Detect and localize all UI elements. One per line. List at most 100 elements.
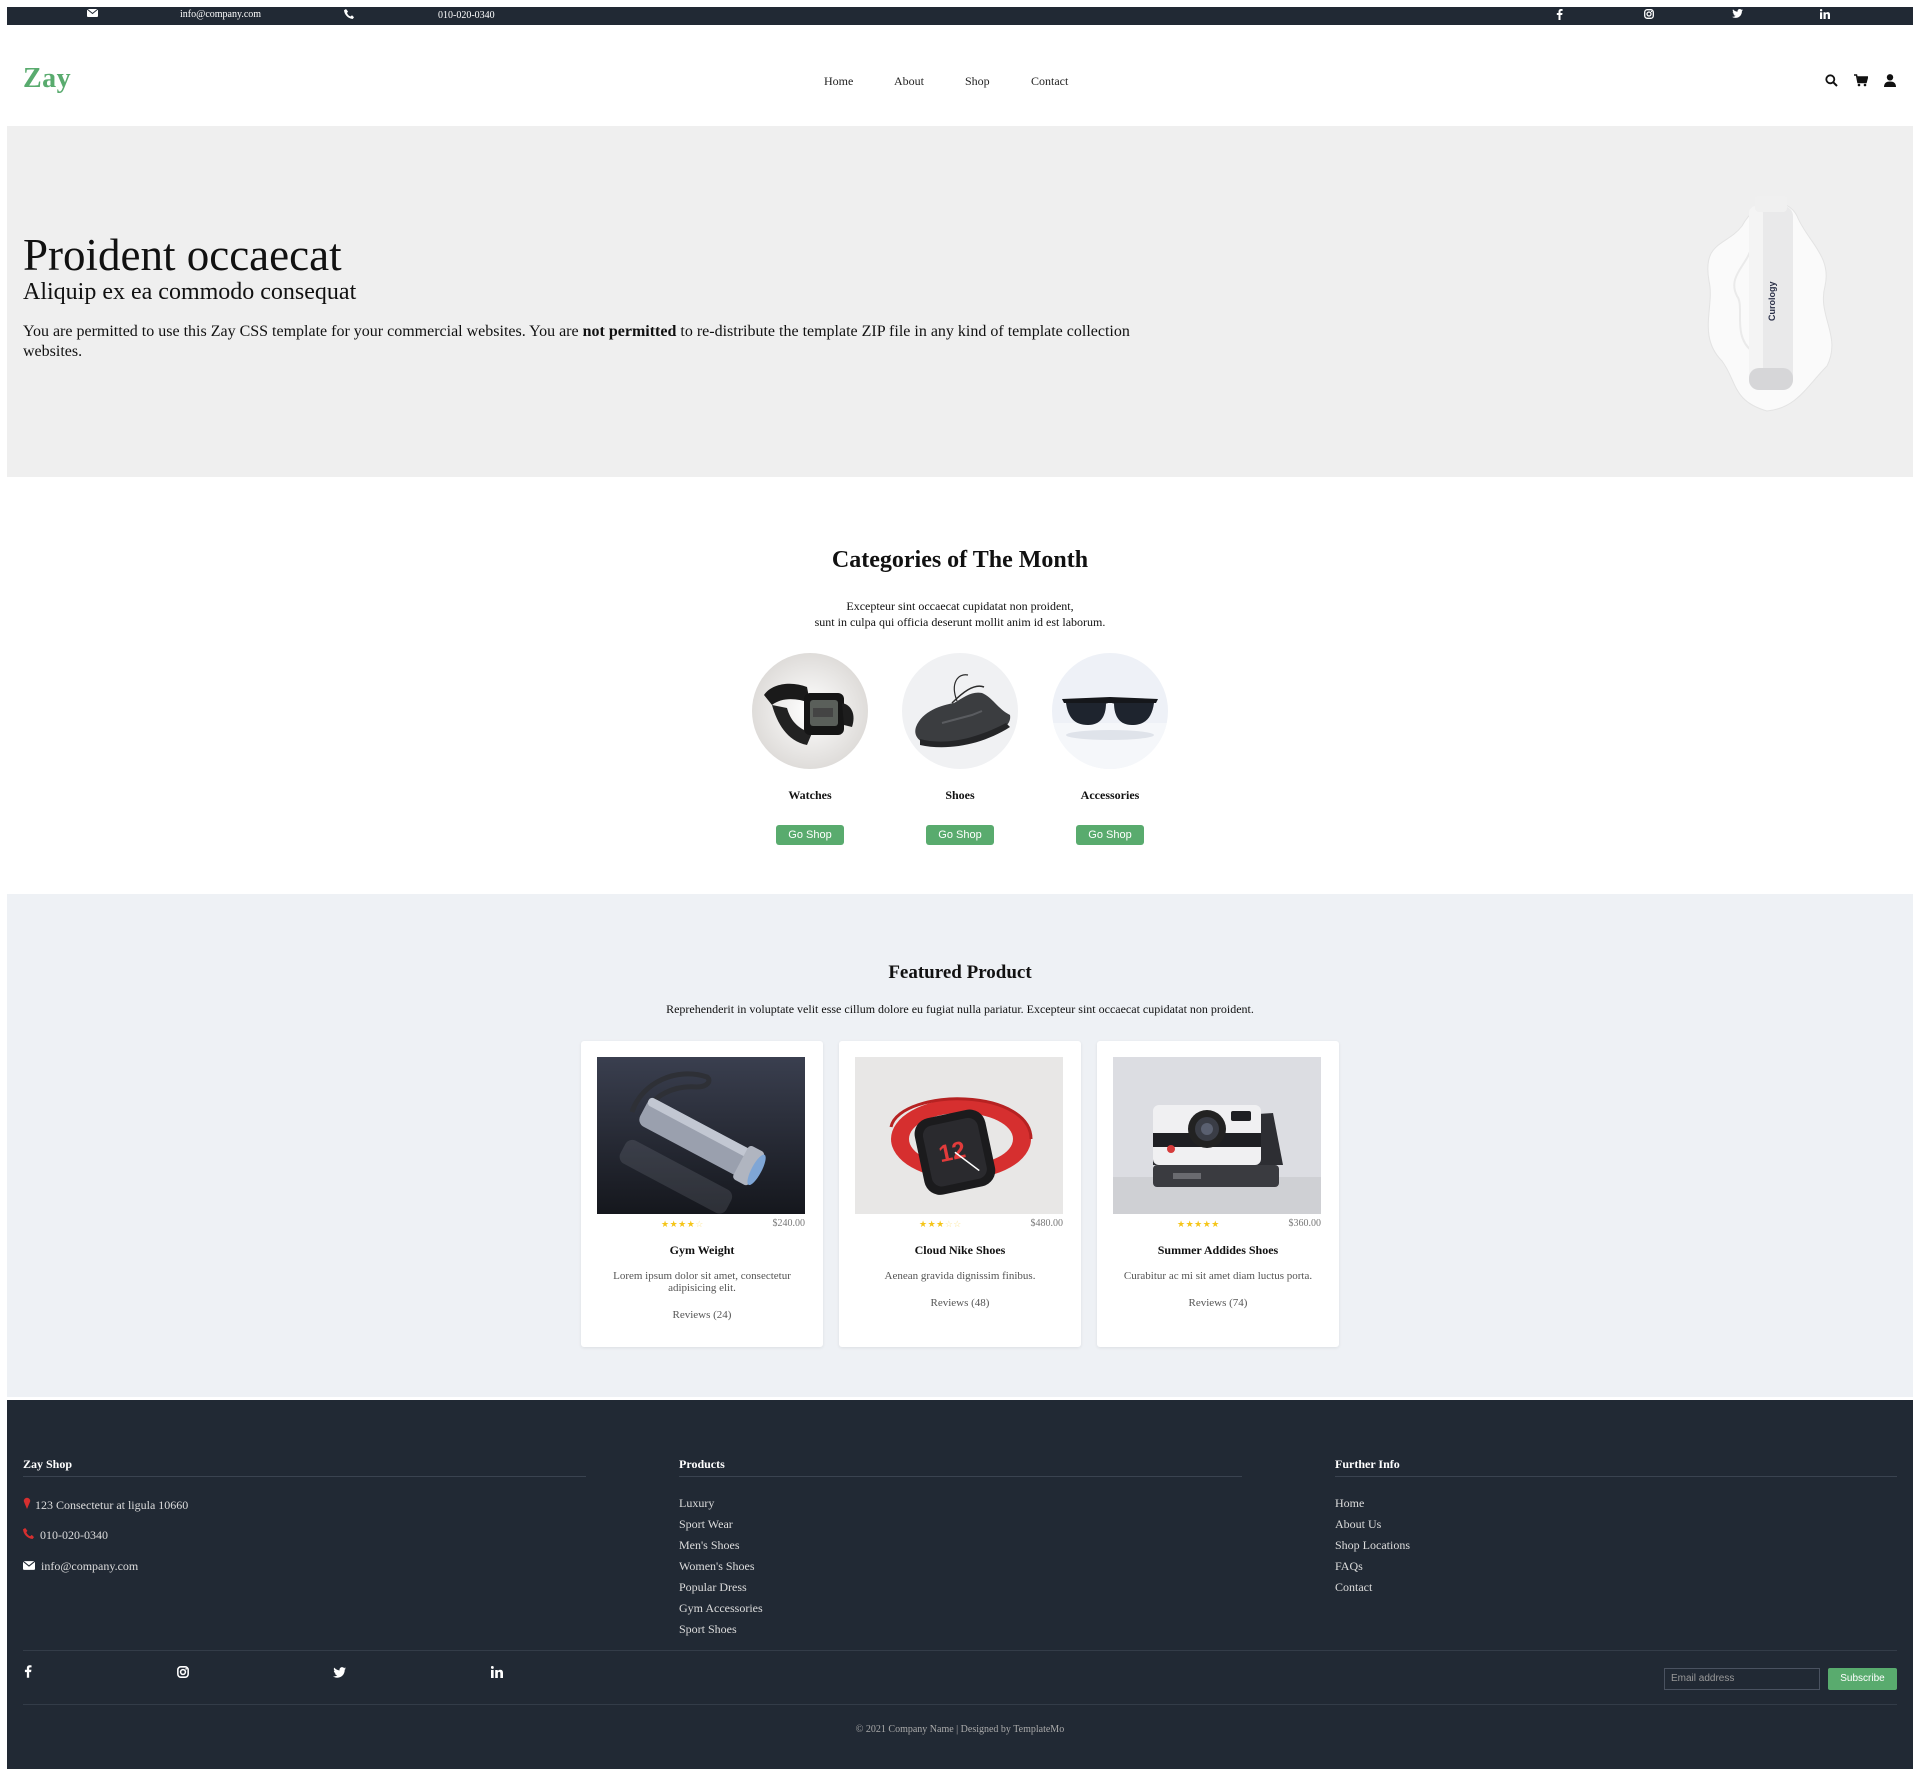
topbar-phone-text[interactable]: 010-020-0340 bbox=[438, 10, 495, 21]
topbar-phone[interactable]: 010-020-0340 bbox=[344, 9, 495, 22]
hero-text: You are permitted to use this Zay CSS te… bbox=[23, 323, 1130, 360]
twitter-icon[interactable] bbox=[1732, 9, 1743, 18]
nav-shop[interactable]: Shop bbox=[965, 74, 990, 89]
product-card-summer-addides-shoes[interactable]: ★★★★★ $360.00 Summer Addides Shoes Curab… bbox=[1097, 1041, 1339, 1347]
hero-product-image: Curology bbox=[1697, 186, 1837, 416]
category-watches-image[interactable] bbox=[752, 653, 868, 769]
footer-link-gym-accessories[interactable]: Gym Accessories bbox=[679, 1601, 763, 1616]
newsletter-email-input[interactable]: Email address bbox=[1664, 1668, 1820, 1690]
product-description: Lorem ipsum dolor sit amet, consectetur … bbox=[613, 1270, 791, 1294]
category-shoes-image[interactable] bbox=[902, 653, 1018, 769]
product-image[interactable]: 12 bbox=[855, 1057, 1063, 1214]
twitter-icon[interactable] bbox=[333, 1665, 346, 1683]
product-description: Curabitur ac mi sit amet diam luctus por… bbox=[1123, 1270, 1313, 1282]
phone-icon bbox=[23, 1528, 34, 1543]
featured-section: Featured Product Reprehenderit in volupt… bbox=[7, 894, 1913, 1397]
footer-link-mens-shoes[interactable]: Men's Shoes bbox=[679, 1538, 740, 1553]
footer-separator bbox=[23, 1650, 1897, 1651]
product-card-gym-weight[interactable]: ★★★★☆ $240.00 Gym Weight Lorem ipsum dol… bbox=[581, 1041, 823, 1347]
footer-col-products-title: Products bbox=[679, 1457, 725, 1471]
facebook-icon[interactable] bbox=[1556, 9, 1563, 20]
product-reviews: Reviews (74) bbox=[1188, 1297, 1248, 1309]
rating-stars: ★★★☆☆ bbox=[919, 1219, 962, 1229]
hero-banner: Proident occaecat Aliquip ex ea commodo … bbox=[7, 126, 1913, 477]
product-price: $480.00 bbox=[1030, 1218, 1064, 1229]
nav-home[interactable]: Home bbox=[824, 74, 853, 89]
category-watches: Watches Go Shop bbox=[752, 653, 868, 845]
map-marker-icon bbox=[23, 1497, 31, 1513]
product-image[interactable] bbox=[597, 1057, 805, 1214]
category-accessories-go-shop-button[interactable]: Go Shop bbox=[1076, 825, 1144, 845]
hero-title: Proident occaecat bbox=[23, 230, 342, 280]
footer-link-about-us[interactable]: About Us bbox=[1335, 1517, 1381, 1532]
product-price: $360.00 bbox=[1288, 1218, 1322, 1229]
footer-address: 123 Consectetur at ligula 10660 bbox=[23, 1497, 188, 1513]
category-accessories-name: Accessories bbox=[1080, 788, 1140, 802]
envelope-icon bbox=[22, 1559, 36, 1574]
product-image[interactable] bbox=[1113, 1057, 1321, 1214]
topbar-email[interactable]: info@company.com bbox=[86, 8, 261, 20]
site-header: Zay Home About Shop Contact bbox=[7, 25, 1913, 125]
product-name[interactable]: Gym Weight bbox=[581, 1243, 823, 1258]
product-description: Aenean gravida dignissim finibus. bbox=[884, 1270, 1036, 1282]
phone-icon bbox=[344, 9, 354, 22]
footer-divider bbox=[1335, 1476, 1897, 1477]
categories-title: Categories of The Month bbox=[831, 547, 1089, 573]
linkedin-icon[interactable] bbox=[1820, 9, 1830, 19]
hero-text-bold: not permitted bbox=[582, 323, 677, 340]
page: info@company.com 010-020-0340 Zay Home A… bbox=[7, 7, 1913, 1769]
category-accessories: Accessories Go Shop bbox=[1052, 653, 1168, 845]
category-shoes-name: Shoes bbox=[945, 788, 975, 802]
hero-product-label: Curology bbox=[1767, 282, 1777, 322]
topbar-email-text[interactable]: info@company.com bbox=[180, 9, 261, 20]
footer-col-further-info-title: Further Info bbox=[1335, 1457, 1400, 1471]
footer-link-luxury[interactable]: Luxury bbox=[679, 1496, 714, 1511]
footer-col-zay-shop-title: Zay Shop bbox=[23, 1457, 73, 1471]
nav-about[interactable]: About bbox=[894, 74, 924, 89]
nav-contact[interactable]: Contact bbox=[1031, 74, 1068, 89]
rating-stars: ★★★★☆ bbox=[661, 1219, 704, 1229]
category-shoes: Shoes Go Shop bbox=[902, 653, 1018, 845]
product-reviews: Reviews (48) bbox=[930, 1297, 990, 1309]
facebook-icon[interactable] bbox=[24, 1665, 32, 1683]
cart-icon[interactable] bbox=[1854, 74, 1869, 92]
instagram-icon[interactable] bbox=[1644, 9, 1654, 19]
footer-link-popular-dress[interactable]: Popular Dress bbox=[679, 1580, 747, 1595]
footer-bottom-separator bbox=[23, 1704, 1897, 1705]
footer-link-contact[interactable]: Contact bbox=[1335, 1580, 1372, 1595]
footer-divider bbox=[23, 1476, 586, 1477]
svg-text:12: 12 bbox=[936, 1136, 968, 1168]
category-watches-go-shop-button[interactable]: Go Shop bbox=[776, 825, 844, 845]
instagram-icon[interactable] bbox=[177, 1665, 189, 1683]
category-accessories-image[interactable] bbox=[1052, 653, 1168, 769]
footer-phone[interactable]: 010-020-0340 bbox=[23, 1528, 108, 1543]
footer-link-sport-wear[interactable]: Sport Wear bbox=[679, 1517, 733, 1532]
product-card-cloud-nike-shoes[interactable]: 12 ★★★☆☆ $480.00 Cloud Nike Shoes Aenean… bbox=[839, 1041, 1081, 1347]
hero-subtitle: Aliquip ex ea commodo consequat bbox=[23, 279, 357, 305]
site-footer: Zay Shop 123 Consectetur at ligula 10660… bbox=[7, 1400, 1913, 1769]
category-shoes-go-shop-button[interactable]: Go Shop bbox=[926, 825, 994, 845]
categories-description: Excepteur sint occaecat cupidatat non pr… bbox=[814, 599, 1106, 629]
footer-link-sport-shoes[interactable]: Sport Shoes bbox=[679, 1622, 737, 1637]
envelope-icon bbox=[86, 8, 99, 20]
footer-link-faqs[interactable]: FAQs bbox=[1335, 1559, 1363, 1574]
brand-logo[interactable]: Zay bbox=[23, 63, 71, 95]
rating-stars: ★★★★★ bbox=[1177, 1219, 1220, 1229]
footer-link-home[interactable]: Home bbox=[1335, 1496, 1364, 1511]
subscribe-button[interactable]: Subscribe bbox=[1828, 1668, 1897, 1690]
user-icon[interactable] bbox=[1884, 74, 1896, 92]
footer-link-womens-shoes[interactable]: Women's Shoes bbox=[679, 1559, 755, 1574]
product-reviews: Reviews (24) bbox=[672, 1309, 732, 1321]
footer-link-shop-locations[interactable]: Shop Locations bbox=[1335, 1538, 1410, 1553]
top-info-bar: info@company.com 010-020-0340 bbox=[7, 7, 1913, 25]
footer-email[interactable]: info@company.com bbox=[22, 1559, 138, 1574]
category-watches-name: Watches bbox=[788, 788, 832, 802]
product-name[interactable]: Cloud Nike Shoes bbox=[839, 1243, 1081, 1258]
product-name[interactable]: Summer Addides Shoes bbox=[1097, 1243, 1339, 1258]
footer-divider bbox=[679, 1476, 1242, 1477]
product-price: $240.00 bbox=[772, 1218, 806, 1229]
linkedin-icon[interactable] bbox=[490, 1665, 503, 1683]
copyright-text: © 2021 Company Name | Designed by Templa… bbox=[855, 1724, 1065, 1735]
search-icon[interactable] bbox=[1825, 74, 1838, 92]
featured-description: Reprehenderit in voluptate velit esse ci… bbox=[666, 1002, 1254, 1016]
